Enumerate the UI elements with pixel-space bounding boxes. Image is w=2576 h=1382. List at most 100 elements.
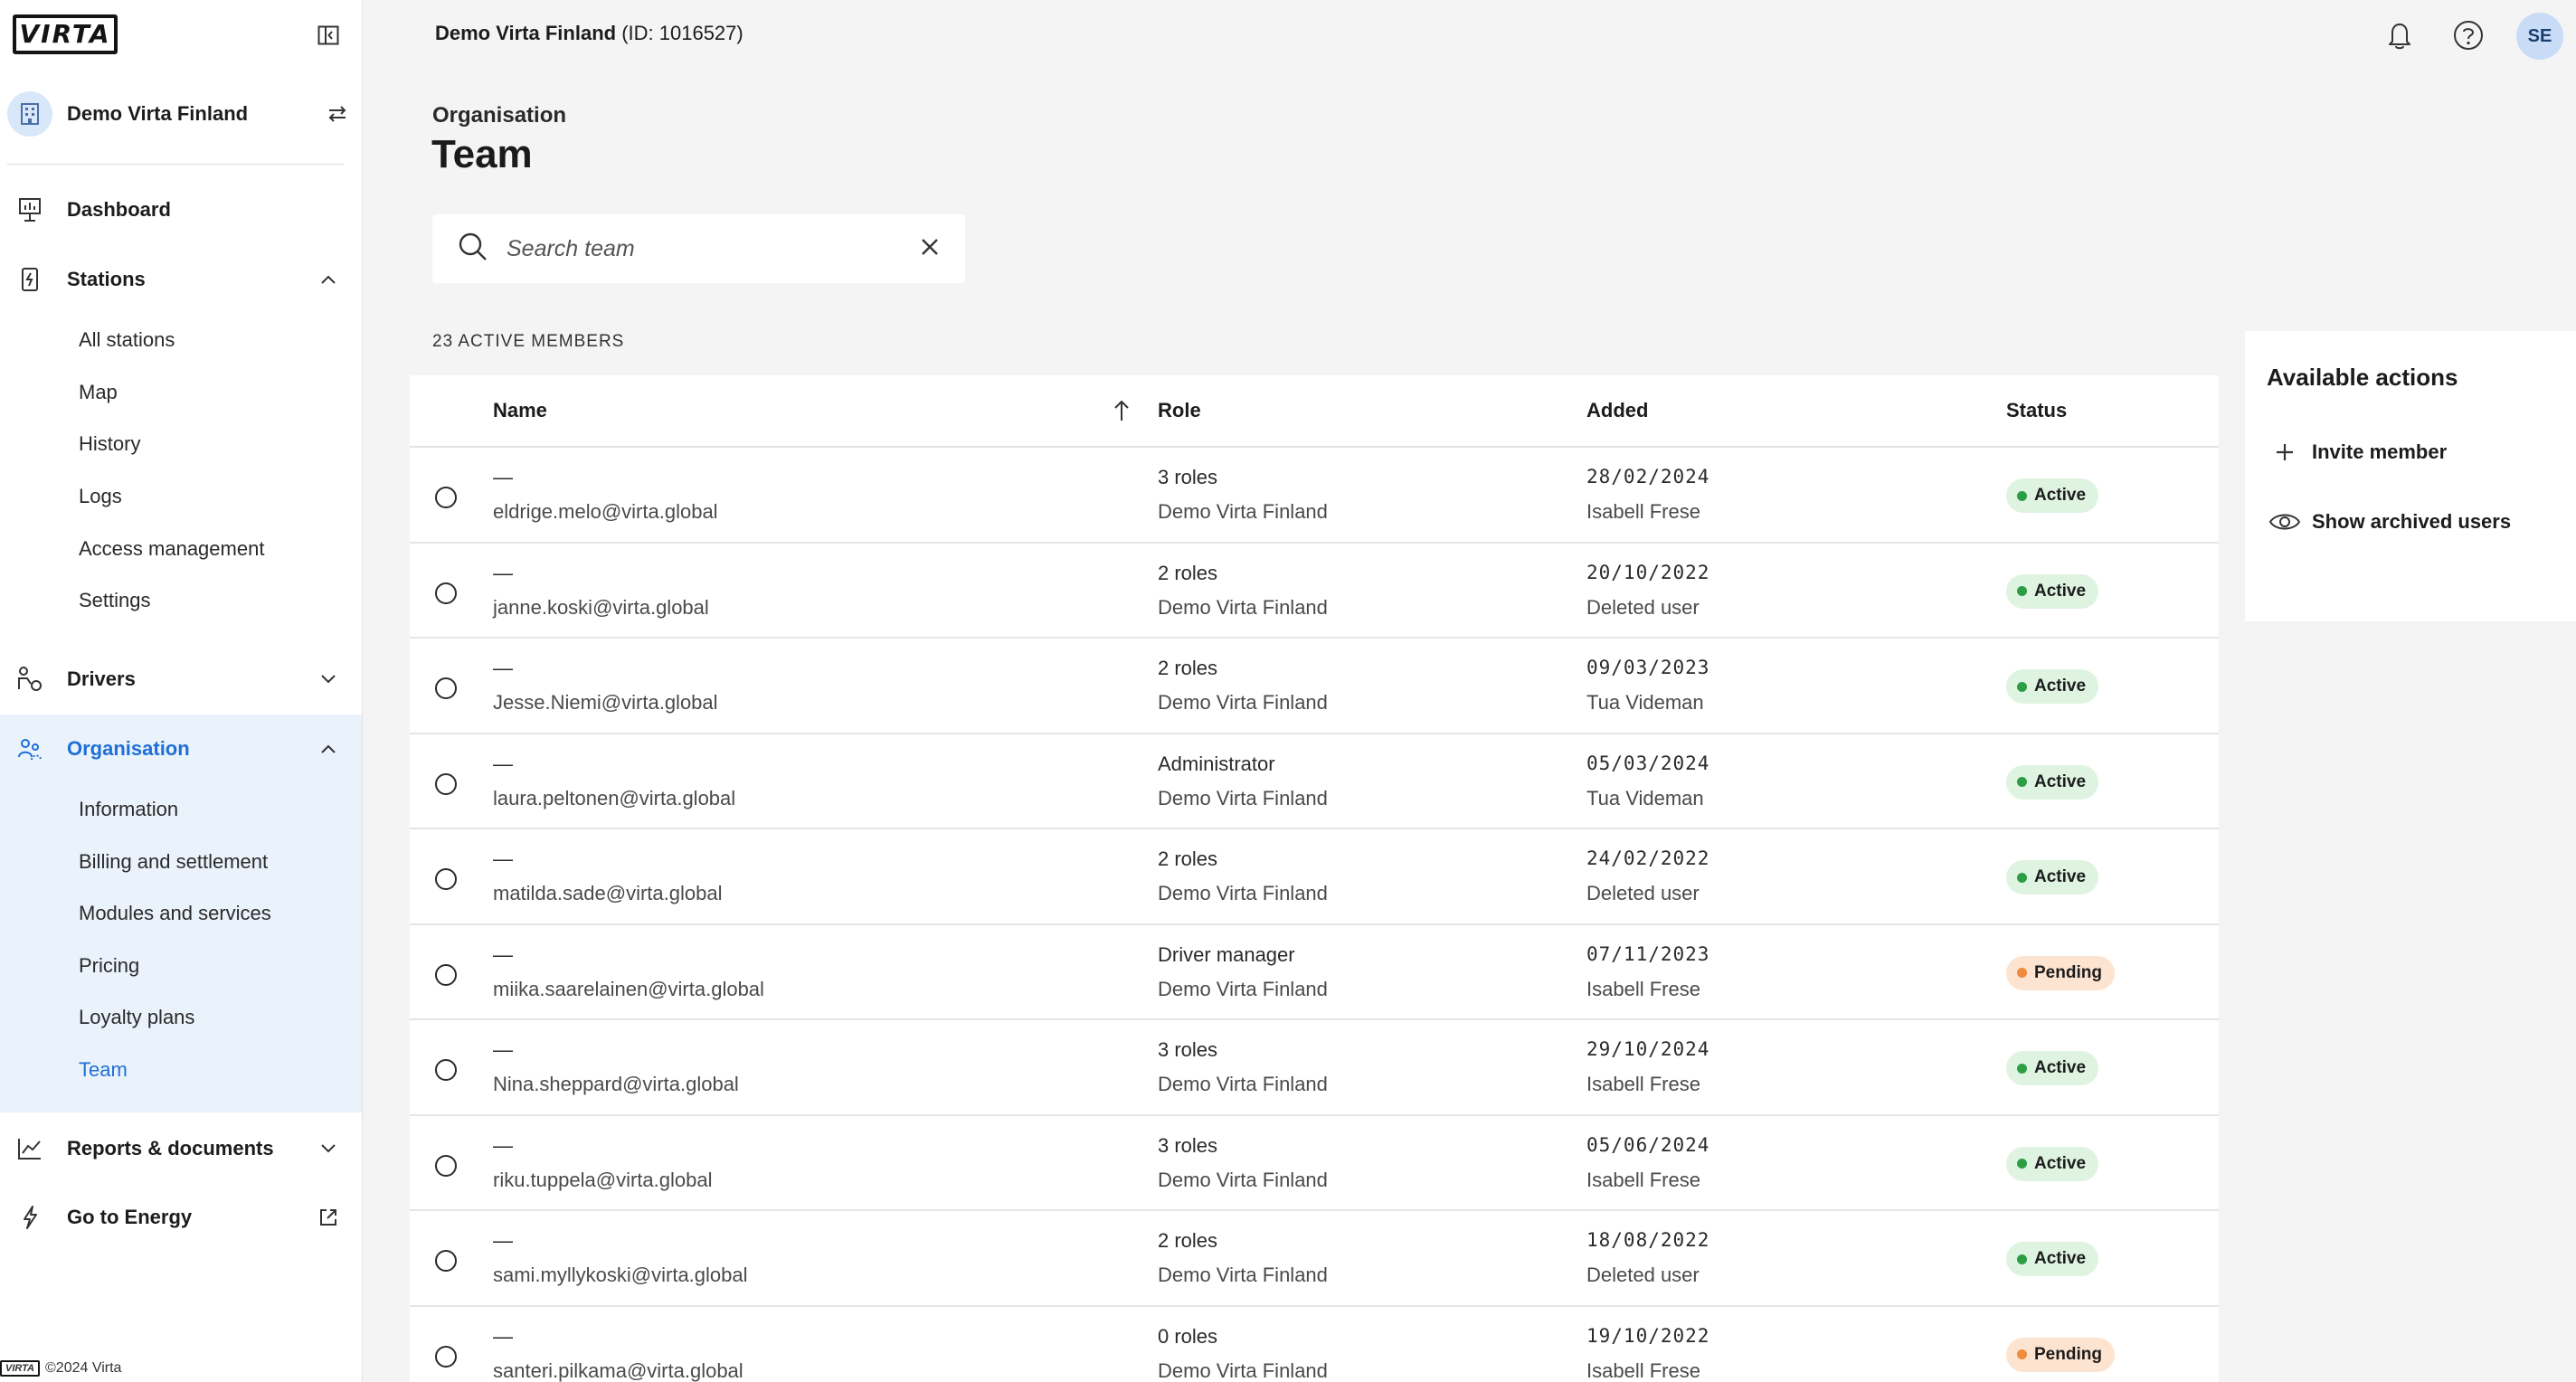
member-email: riku.tuppela@virta.global	[493, 1168, 713, 1191]
status-badge: Active	[2006, 860, 2099, 895]
org-switcher-name: Demo Virta Finland	[67, 102, 249, 125]
row-select-radio[interactable]	[435, 1059, 457, 1081]
row-select-radio[interactable]	[435, 868, 457, 890]
search-input[interactable]	[507, 235, 920, 262]
sort-ascending-icon[interactable]	[1110, 397, 1133, 424]
sidebar-item-team[interactable]: Team	[0, 1047, 362, 1093]
column-header-added[interactable]: Added	[1586, 399, 1648, 422]
sidebar-item-information[interactable]: Information	[0, 787, 362, 832]
show-archived-users-button[interactable]: Show archived users	[2267, 502, 2511, 542]
nav-stations[interactable]: Stations	[0, 254, 362, 305]
building-icon	[7, 91, 52, 137]
status-badge: Pending	[2006, 955, 2115, 990]
table-row[interactable]: — janne.koski@virta.global 2 roles Demo Vir…	[410, 544, 2219, 639]
table-row[interactable]: — sami.myllykoski@virta.global 2 roles Demo…	[410, 1211, 2219, 1307]
member-name: —	[493, 657, 513, 679]
swap-icon[interactable]	[324, 100, 351, 128]
table-row[interactable]: — matilda.sade@virta.global 2 roles Demo Vi…	[410, 829, 2219, 925]
member-role: 3 roles	[1158, 1133, 1218, 1157]
member-organisation: Demo Virta Finland	[1158, 1264, 1328, 1286]
row-select-radio[interactable]	[435, 677, 457, 699]
status-label: Active	[2034, 867, 2087, 886]
search-icon	[458, 232, 488, 267]
member-name: —	[493, 1324, 513, 1348]
member-organisation: Demo Virta Finland	[1158, 1358, 1328, 1382]
nav-dashboard[interactable]: Dashboard	[0, 185, 362, 235]
member-organisation: Demo Virta Finland	[1158, 786, 1328, 809]
status-dot-icon	[2017, 1159, 2027, 1169]
row-select-radio[interactable]	[435, 1250, 457, 1272]
row-select-radio[interactable]	[435, 1154, 457, 1177]
member-organisation: Demo Virta Finland	[1158, 882, 1328, 904]
sidebar-item-billing[interactable]: Billing and settlement	[0, 839, 362, 885]
nav-reports-label: Reports & documents	[67, 1137, 274, 1160]
sidebar-item-settings[interactable]: Settings	[0, 578, 362, 623]
table-row[interactable]: — Jesse.Niemi@virta.global 2 roles Demo Vir…	[410, 639, 2219, 734]
row-select-radio[interactable]	[435, 487, 457, 508]
nav-go-to-energy[interactable]: Go to Energy	[0, 1192, 362, 1243]
column-header-name[interactable]: Name	[493, 399, 547, 422]
row-select-radio[interactable]	[435, 1345, 457, 1368]
virta-logo[interactable]: VIRTA	[13, 14, 118, 54]
nav-organisation[interactable]: Organisation	[0, 724, 362, 774]
member-name: —	[493, 847, 513, 870]
table-row[interactable]: — riku.tuppela@virta.global 3 roles Demo Vi…	[410, 1116, 2219, 1211]
help-icon[interactable]	[2449, 16, 2487, 54]
collapse-sidebar-icon[interactable]	[315, 24, 342, 47]
member-organisation: Demo Virta Finland	[1158, 500, 1328, 523]
nav-organisation-label: Organisation	[67, 737, 190, 760]
org-header-id: (ID: 1016527)	[621, 22, 743, 44]
clear-icon[interactable]	[920, 237, 940, 261]
member-name: —	[493, 1038, 513, 1061]
invite-member-button[interactable]: Invite member	[2267, 432, 2447, 472]
page-title: Team	[431, 132, 533, 176]
nav-drivers[interactable]: Drivers	[0, 654, 362, 705]
member-email: sami.myllykoski@virta.global	[493, 1264, 748, 1286]
search-box	[432, 214, 965, 283]
member-name: —	[493, 752, 513, 775]
status-badge: Active	[2006, 1242, 2099, 1276]
eye-icon	[2267, 504, 2303, 540]
show-archived-users-label: Show archived users	[2312, 510, 2512, 533]
table-row[interactable]: — miika.saarelainen@virta.global Driver ma…	[410, 925, 2219, 1020]
member-email: Nina.sheppard@virta.global	[493, 1073, 739, 1095]
member-name: —	[493, 466, 513, 488]
column-header-status[interactable]: Status	[2006, 399, 2067, 422]
bell-icon[interactable]	[2381, 16, 2419, 54]
member-organisation: Demo Virta Finland	[1158, 595, 1328, 619]
breadcrumb[interactable]: Organisation	[432, 103, 566, 128]
sidebar-item-logs[interactable]: Logs	[0, 474, 362, 519]
sidebar-item-history[interactable]: History	[0, 421, 362, 467]
member-email: laura.peltonen@virta.global	[493, 786, 736, 809]
row-select-radio[interactable]	[435, 582, 457, 604]
status-label: Active	[2034, 1058, 2087, 1077]
sidebar-item-map[interactable]: Map	[0, 370, 362, 415]
sidebar-item-modules[interactable]: Modules and services	[0, 891, 362, 936]
table-row[interactable]: — Nina.sheppard@virta.global 3 roles Demo V…	[410, 1020, 2219, 1116]
sidebar-item-all-stations[interactable]: All stations	[0, 317, 362, 363]
chevron-up-icon	[315, 735, 342, 762]
member-name: —	[493, 1229, 513, 1252]
added-by: Deleted user	[1586, 882, 1700, 904]
virta-mini-logo: VIRTA	[0, 1360, 40, 1377]
row-select-radio[interactable]	[435, 772, 457, 795]
nav-drivers-label: Drivers	[67, 667, 136, 690]
sidebar-item-loyalty-plans[interactable]: Loyalty plans	[0, 995, 362, 1040]
row-select-radio[interactable]	[435, 963, 457, 986]
table-row[interactable]: — laura.peltonen@virta.global Administrato…	[410, 734, 2219, 829]
table-row[interactable]: — eldrige.melo@virta.global 3 roles Demo Vi…	[410, 448, 2219, 544]
member-email: janne.koski@virta.global	[493, 595, 709, 619]
column-header-role[interactable]: Role	[1158, 399, 1201, 422]
user-avatar[interactable]: SE	[2516, 13, 2563, 60]
org-switcher[interactable]: Demo Virta Finland	[7, 89, 355, 139]
member-organisation: Demo Virta Finland	[1158, 1073, 1328, 1095]
sidebar-item-access-management[interactable]: Access management	[0, 526, 362, 572]
nav-reports[interactable]: Reports & documents	[0, 1123, 362, 1174]
member-name: —	[493, 1133, 513, 1157]
chevron-up-icon	[315, 266, 342, 293]
lightning-icon	[14, 1202, 45, 1233]
sidebar-item-pricing[interactable]: Pricing	[0, 943, 362, 989]
status-badge: Active	[2006, 1051, 2099, 1085]
org-header: Demo Virta Finland (ID: 1016527)	[435, 22, 743, 45]
table-row[interactable]: — santeri.pilkama@virta.global 0 roles Demo…	[410, 1307, 2219, 1382]
